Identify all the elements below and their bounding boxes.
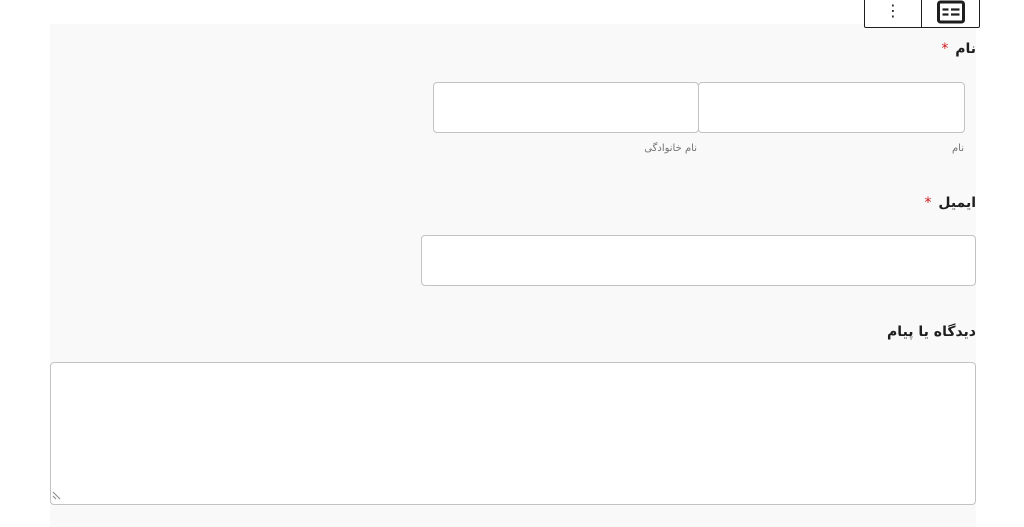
name-label: نام * — [941, 41, 976, 57]
vertical-ellipsis-icon: ⋮ — [885, 0, 901, 20]
email-label-text: ایمیل — [938, 195, 976, 211]
comment-textarea[interactable] — [50, 362, 976, 505]
form-block-icon — [936, 0, 965, 24]
last-name-input[interactable] — [433, 82, 699, 133]
form-block-button[interactable] — [922, 0, 979, 27]
required-asterisk: * — [941, 41, 949, 57]
comment-label: دیدگاه یا پیام — [887, 324, 976, 340]
email-input[interactable] — [421, 235, 976, 286]
comment-label-text: دیدگاه یا پیام — [887, 324, 976, 340]
name-label-text: نام — [955, 41, 976, 57]
resize-handle-icon[interactable] — [52, 490, 62, 500]
first-name-sublabel: نام — [951, 143, 964, 154]
email-label: ایمیل * — [924, 195, 976, 211]
block-toolbar: ⋮ — [864, 0, 980, 28]
last-name-sublabel: نام خانوادگی — [644, 143, 697, 154]
required-asterisk: * — [924, 195, 932, 211]
first-name-input[interactable] — [698, 82, 965, 133]
more-options-button[interactable]: ⋮ — [865, 0, 922, 27]
